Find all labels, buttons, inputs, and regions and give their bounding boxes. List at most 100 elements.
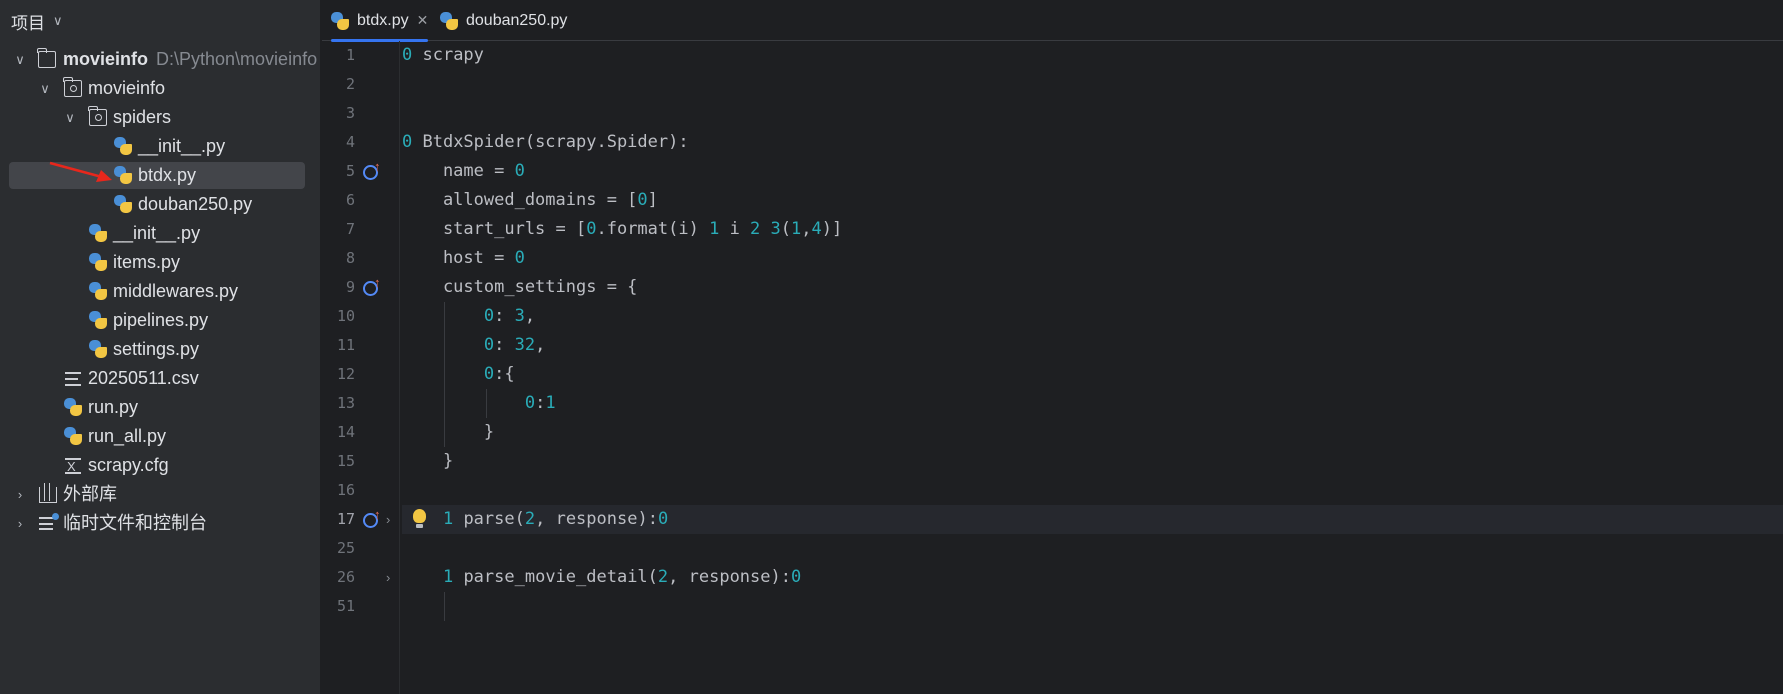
line-number: 3 (345, 104, 355, 122)
line-number: 26 (336, 568, 355, 586)
tree-item-path: D:\Python\movieinfo (156, 49, 318, 69)
line-number: 5 (345, 162, 355, 180)
tree-item-movieinfo-root[interactable]: ∨ movieinfo D:\Python\movieinfo (0, 45, 320, 74)
code-line[interactable]: 0: 32, (402, 331, 545, 360)
editor-area: btdx.py ✕ douban250.py 1 2 3 4 5 6 7 8 9… (322, 0, 1783, 694)
python-file-icon (114, 137, 132, 155)
tree-item-label: 20250511.csv (88, 368, 199, 388)
python-file-icon (64, 427, 82, 445)
package-folder-icon (63, 77, 82, 97)
tree-item-label: btdx.py (138, 165, 197, 185)
tree-item-label: items.py (113, 252, 181, 272)
line-number: 7 (345, 220, 355, 238)
fold-expand-icon[interactable]: › (386, 563, 398, 592)
tree-item-label: __init__.py (138, 136, 226, 156)
tree-item-settings[interactable]: settings.py (0, 335, 320, 364)
line-number: 2 (345, 75, 355, 93)
line-number: 25 (336, 539, 355, 557)
tree-item-scratches-consoles[interactable]: › 临时文件和控制台 (0, 509, 320, 538)
chevron-down-icon[interactable]: ∨ (38, 74, 52, 103)
line-number: 6 (345, 191, 355, 209)
fold-expand-icon[interactable]: › (386, 505, 398, 534)
editor-tab-bar: btdx.py ✕ douban250.py (322, 0, 1783, 42)
tree-item-middlewares[interactable]: middlewares.py (0, 277, 320, 306)
tree-item-movieinfo-package[interactable]: ∨ movieinfo (0, 74, 320, 103)
line-number-gutter[interactable]: 1 2 3 4 5 6 7 8 9 10 11 12 13 14 15 16 1… (322, 41, 400, 694)
scratches-icon (39, 513, 59, 531)
project-panel-header[interactable]: 项目 ∨ (0, 0, 320, 42)
code-line[interactable]: host = 0 (402, 244, 525, 273)
line-number: 16 (336, 481, 355, 499)
override-marker-icon[interactable] (362, 507, 384, 529)
tree-item-label: spiders (113, 107, 172, 127)
tree-item-label: douban250.py (138, 194, 253, 214)
line-number: 1 (345, 46, 355, 64)
tab-douban250[interactable]: douban250.py (440, 0, 567, 41)
tab-label: douban250.py (466, 11, 568, 29)
tree-item-label: middlewares.py (113, 281, 239, 301)
line-number-current: 17 (336, 510, 355, 528)
code-line[interactable]: start_urls = [0.format(i) 1 i 2 3(1,4)] (402, 215, 842, 244)
code-line[interactable]: 1 parse_movie_detail(2, response):0 (402, 563, 801, 592)
code-line[interactable]: custom_settings = { (402, 273, 637, 302)
chevron-down-icon[interactable]: ∨ (13, 45, 27, 74)
tree-item-pipelines[interactable]: pipelines.py (0, 306, 320, 335)
line-number: 11 (336, 336, 355, 354)
code-line[interactable]: 0 BtdxSpider(scrapy.Spider): (402, 128, 689, 157)
line-number: 15 (336, 452, 355, 470)
python-file-icon (114, 166, 132, 184)
library-icon (39, 483, 57, 503)
code-line[interactable]: 0:1 (402, 389, 556, 418)
line-number: 14 (336, 423, 355, 441)
tree-item-run-all[interactable]: run_all.py (0, 422, 320, 451)
code-line[interactable]: allowed_domains = [0] (402, 186, 658, 215)
override-marker-icon[interactable] (362, 159, 384, 181)
code-line[interactable]: } (402, 418, 494, 447)
python-file-icon (89, 224, 107, 242)
tree-item-external-libraries[interactable]: › 外部库 (0, 480, 320, 509)
tree-item-package-init[interactable]: __init__.py (0, 219, 320, 248)
tree-item-label: run.py (88, 397, 139, 417)
code-editor[interactable]: 0 scrapy 0 BtdxSpider(scrapy.Spider): nam… (402, 41, 1783, 694)
tree-item-label: movieinfo (88, 78, 166, 98)
tree-item-csv[interactable]: 20250511.csv (0, 364, 320, 393)
python-file-icon (331, 11, 349, 30)
tree-item-items[interactable]: items.py (0, 248, 320, 277)
chevron-down-icon[interactable]: ∨ (53, 13, 63, 29)
chevron-down-icon[interactable]: ∨ (63, 103, 77, 132)
line-number: 4 (345, 133, 355, 151)
chevron-right-icon[interactable]: › (13, 509, 27, 538)
tree-item-label: __init__.py (113, 223, 201, 243)
annotation-arrow-icon (49, 161, 112, 182)
folder-icon (37, 48, 56, 68)
override-marker-icon[interactable] (362, 275, 384, 297)
tree-item-scrapy-cfg[interactable]: scrapy.cfg (0, 451, 320, 481)
tab-label: btdx.py (357, 11, 409, 29)
tree-item-label: 临时文件和控制台 (63, 513, 207, 533)
tree-item-label: movieinfo (63, 49, 149, 69)
code-line[interactable]: name = 0 (402, 157, 525, 186)
line-number: 8 (345, 249, 355, 267)
text-file-icon (65, 372, 81, 386)
tab-btdx[interactable]: btdx.py ✕ (331, 0, 429, 42)
chevron-right-icon[interactable]: › (13, 480, 27, 509)
tree-item-label: 外部库 (63, 484, 117, 504)
tree-item-label: scrapy.cfg (88, 455, 169, 475)
tree-item-run[interactable]: run.py (0, 393, 320, 422)
project-panel-title: 项目 (11, 13, 45, 33)
code-line[interactable]: 0:{ (402, 360, 515, 389)
line-number: 9 (345, 278, 355, 296)
python-file-icon (89, 340, 107, 358)
tree-item-label: settings.py (113, 339, 200, 359)
code-line[interactable]: 0 scrapy (402, 41, 484, 70)
close-icon[interactable]: ✕ (417, 12, 429, 29)
code-line[interactable]: 0: 3, (402, 302, 535, 331)
tree-item-spiders[interactable]: ∨ spiders (0, 103, 320, 132)
python-file-icon (64, 398, 82, 416)
tree-item-label: pipelines.py (113, 310, 209, 330)
code-line[interactable]: 1 parse(2, response):0 (402, 505, 668, 534)
python-file-icon (89, 253, 107, 271)
line-number: 51 (336, 597, 355, 615)
code-line[interactable]: } (402, 447, 453, 476)
tree-item-douban250[interactable]: douban250.py (0, 190, 320, 219)
